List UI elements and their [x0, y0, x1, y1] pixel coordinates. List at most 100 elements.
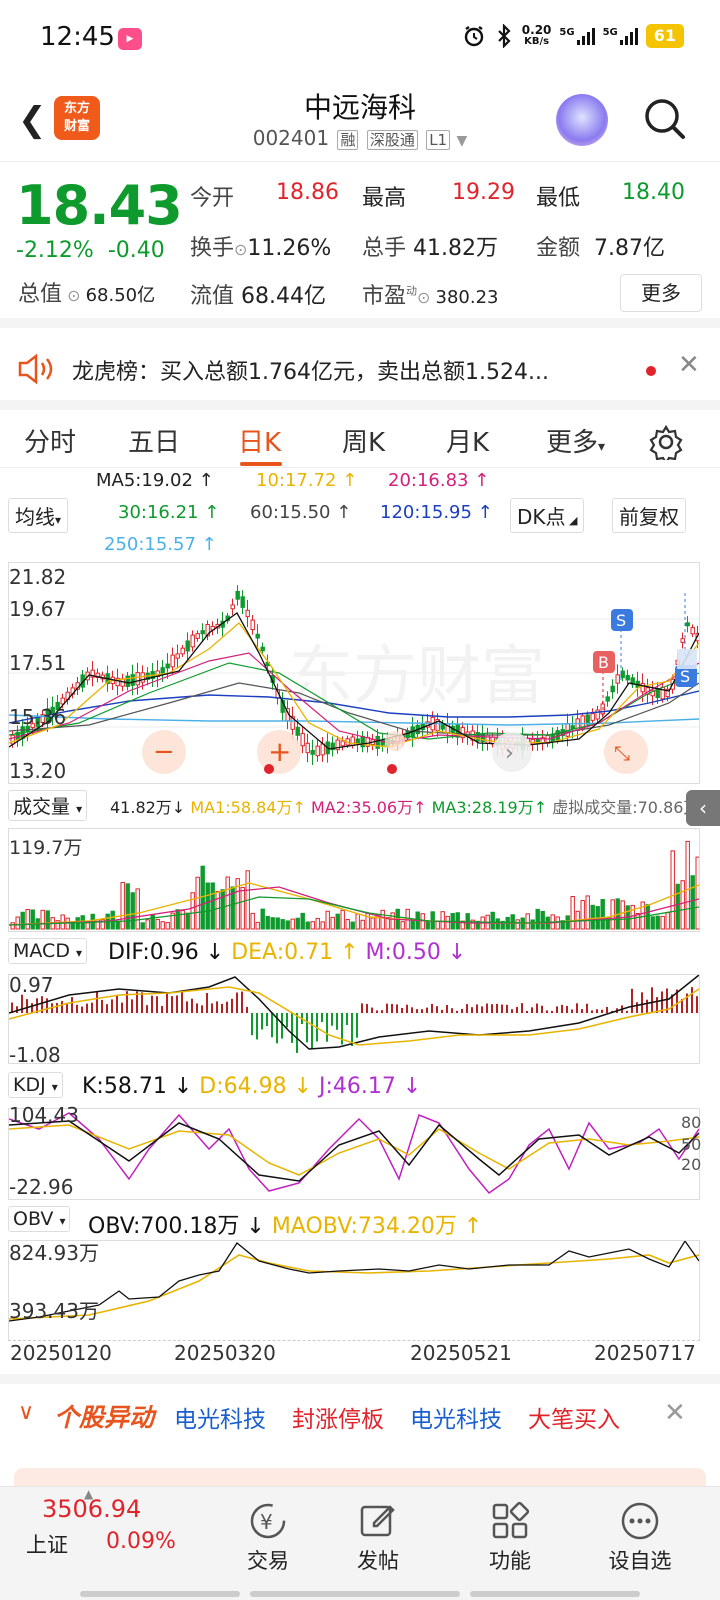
volume-bar [525, 913, 530, 930]
kdj-selector[interactable]: KDJ ▾ [8, 1072, 63, 1098]
chevron-down-icon[interactable]: ∨ [18, 1400, 34, 1425]
macd-bar [501, 1004, 503, 1013]
macd-bar [531, 1007, 533, 1013]
alert-item[interactable]: 电光科技 [174, 1400, 266, 1434]
tab-more[interactable]: 更多▾ [546, 422, 605, 459]
tab-intraday[interactable]: 分时 [24, 422, 76, 459]
tab-monthly-k[interactable]: 月K [446, 422, 489, 459]
volume-bar [570, 896, 575, 930]
pe-ratio: 市盈动⊙ 380.23 [362, 284, 499, 309]
event-dot[interactable] [387, 764, 397, 774]
nav-trade[interactable]: ¥ 交易 [208, 1487, 328, 1600]
macd-bar [311, 1013, 313, 1050]
index-value[interactable]: 3506.94 [42, 1495, 141, 1523]
candle-body [690, 627, 695, 635]
volume-bar [600, 899, 605, 930]
info-icon[interactable]: ⊙ [234, 240, 247, 259]
volume-bar [285, 920, 290, 930]
open-value: 18.86 [276, 180, 339, 205]
info-icon[interactable]: ⊙ [417, 288, 436, 307]
macd-bar [141, 992, 143, 1013]
macd-bar [106, 1004, 108, 1013]
news-text: 龙虎榜：买入总额1.764亿元，卖出总额1.524... [72, 360, 549, 385]
macd-bar [201, 1005, 203, 1013]
svg-text:⤡: ⤡ [614, 741, 630, 765]
tab-weekly-k[interactable]: 周K [342, 422, 385, 459]
volume-selector[interactable]: 成交量 ▾ [8, 790, 88, 821]
alert-item[interactable]: 电光科技 [410, 1400, 502, 1434]
candle-body [360, 735, 365, 748]
macd-bar [696, 996, 698, 1013]
kline-chart[interactable]: 东方财富 B S S − + › ⤡ 21.82 19.67 17.51 15.… [8, 562, 700, 784]
macd-bar [116, 995, 118, 1013]
macd-bar [526, 1010, 528, 1013]
obv-selector[interactable]: OBV ▾ [8, 1206, 71, 1232]
ai-assistant-avatar[interactable] [556, 94, 608, 146]
nav-post[interactable]: 发帖 [318, 1487, 438, 1600]
macd-bar [636, 1002, 638, 1013]
candle-body [320, 743, 325, 756]
ma20-label: 20:16.83 ↑ [388, 470, 490, 491]
event-dot[interactable] [264, 764, 274, 774]
svg-text:B: B [598, 653, 609, 672]
volume-bar [180, 910, 185, 930]
alert-item[interactable]: 大笔买入 [528, 1400, 620, 1434]
collapse-panel-button[interactable]: ‹ [686, 790, 720, 826]
alert-title: 个股异动 [54, 1403, 155, 1432]
date-label: 20250120 [10, 1341, 112, 1365]
float-cap: 流值 68.44亿 [190, 284, 326, 309]
search-icon[interactable] [642, 96, 688, 142]
candle-body [680, 638, 685, 643]
nav-add-watchlist[interactable]: 设自选 [580, 1487, 700, 1600]
svg-text:S: S [680, 667, 690, 686]
volume-bar [325, 910, 330, 930]
alert-item[interactable]: 封涨停板 [292, 1400, 384, 1434]
y-axis-label: 0.97 [9, 973, 54, 997]
macd-selector[interactable]: MACD ▾ [8, 938, 88, 964]
volume-bar [30, 909, 35, 930]
nav-functions[interactable]: 功能 [450, 1487, 570, 1600]
macd-bar [31, 1003, 33, 1013]
volume-bar [390, 912, 395, 930]
macd-bar [591, 1010, 593, 1013]
volume-bar [540, 910, 545, 930]
tab-daily-k[interactable]: 日K [238, 422, 281, 459]
candle-body [190, 634, 195, 648]
macd-bar [396, 1004, 398, 1013]
news-banner[interactable]: 龙虎榜：买入总额1.764亿元，卖出总额1.524... ✕ [0, 338, 720, 400]
macd-bar [481, 1006, 483, 1013]
dropdown-icon[interactable]: ▼ [456, 133, 467, 149]
candle-body [240, 596, 245, 608]
macd-bar [46, 998, 48, 1013]
dk-point-button[interactable]: DK点 ◢ [510, 498, 585, 533]
info-icon[interactable]: ⊙ [62, 286, 86, 305]
index-change[interactable]: 0.09% [106, 1529, 176, 1554]
scroll-indicator [250, 1591, 460, 1597]
close-icon[interactable]: ✕ [678, 350, 700, 380]
settings-icon[interactable] [648, 424, 684, 460]
macd-bar [421, 1009, 423, 1013]
macd-bar [391, 1004, 393, 1013]
y-axis-label: -1.08 [9, 1043, 61, 1067]
more-quote-button[interactable]: 更多 [620, 274, 702, 312]
edit-icon [360, 1505, 395, 1537]
ma-type-selector[interactable]: 均线▾ [8, 498, 69, 533]
macd-bar [361, 1003, 363, 1013]
ma10-label: 10:17.72 ↑ [256, 470, 358, 491]
volume-bar [335, 913, 340, 930]
close-icon[interactable]: ✕ [664, 1398, 686, 1428]
macd-bar [401, 1007, 403, 1013]
date-label: 20250320 [174, 1341, 276, 1365]
candle-body [295, 726, 300, 736]
stock-code: 002401 [252, 126, 330, 150]
tab-five-day[interactable]: 五日 [128, 422, 180, 459]
adjust-button[interactable]: 前复权 [612, 498, 686, 533]
market-cap: 总值 ⊙ 68.50亿 [18, 282, 156, 307]
index-name[interactable]: 上证 [26, 1529, 68, 1559]
volume-bar [10, 922, 15, 930]
candle-body [250, 619, 255, 631]
volume-bar [675, 883, 680, 930]
event-marker[interactable] [385, 731, 405, 751]
status-bar: 12:45 ▶ 0.20 KB/s 5G 5G 61 [0, 0, 720, 80]
macd-bar [456, 1010, 458, 1013]
